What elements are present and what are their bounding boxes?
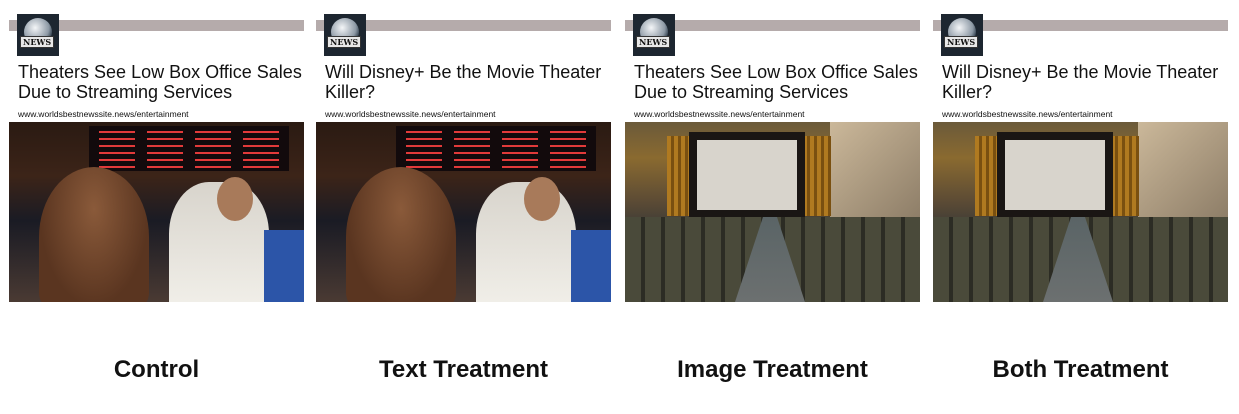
movie-theater-lobby-image: [9, 122, 304, 302]
news-logo: NEWS: [941, 14, 983, 56]
source-url: www.worldsbestnewssite.news/entertainmen…: [325, 109, 496, 119]
news-card: NEWS Will Disney+ Be the Movie Theater K…: [933, 0, 1228, 302]
condition-label: Text Treatment: [379, 356, 548, 383]
news-logo: NEWS: [324, 14, 366, 56]
headline: Theaters See Low Box Office Sales Due to…: [634, 62, 918, 102]
headline: Will Disney+ Be the Movie Theater Killer…: [942, 62, 1219, 102]
source-url: www.worldsbestnewssite.news/entertainmen…: [634, 109, 805, 119]
news-card: NEWS Will Disney+ Be the Movie Theater K…: [316, 0, 611, 302]
source-url: www.worldsbestnewssite.news/entertainmen…: [942, 109, 1113, 119]
news-card: NEWS Theaters See Low Box Office Sales D…: [625, 0, 920, 302]
abandoned-theater-image: [933, 122, 1228, 302]
condition-label: Control: [113, 356, 200, 383]
news-card: NEWS Theaters See Low Box Office Sales D…: [9, 0, 304, 302]
news-logo: NEWS: [17, 14, 59, 56]
movie-theater-lobby-image: [316, 122, 611, 302]
condition-label: Both Treatment: [992, 356, 1169, 383]
condition-label: Image Treatment: [677, 356, 868, 383]
headline: Will Disney+ Be the Movie Theater Killer…: [325, 62, 602, 102]
headline: Theaters See Low Box Office Sales Due to…: [18, 62, 302, 102]
source-url: www.worldsbestnewssite.news/entertainmen…: [18, 109, 189, 119]
abandoned-theater-image: [625, 122, 920, 302]
news-logo: NEWS: [633, 14, 675, 56]
